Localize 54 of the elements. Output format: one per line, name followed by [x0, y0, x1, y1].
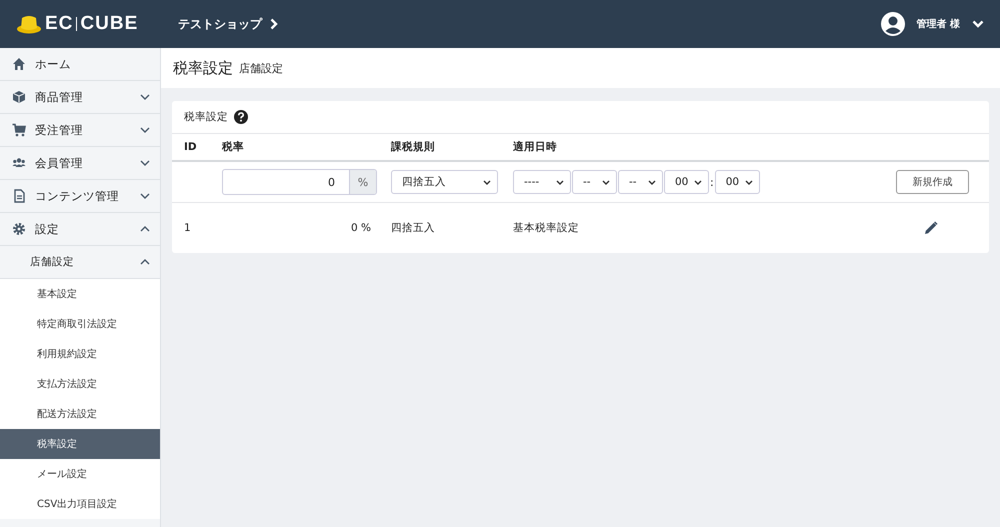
hour-select[interactable]: 00: [664, 170, 709, 194]
column-header: 課税規則: [391, 140, 436, 154]
sidebar-item[interactable]: 商品管理: [0, 81, 160, 114]
home-icon: [12, 57, 26, 71]
logo-text: CUBE: [80, 13, 138, 35]
sidebar-item[interactable]: ホーム: [0, 48, 160, 81]
help-icon[interactable]: [234, 110, 248, 124]
column-header: 税率: [222, 140, 245, 154]
table-cell-text: 0 %: [350, 222, 372, 234]
table-cell-text: 基本税率設定: [513, 221, 580, 235]
chevron-down-icon: [602, 180, 610, 184]
sidebar-item[interactable]: 税率設定: [0, 429, 160, 459]
user-name[interactable]: 管理者 様: [916, 17, 960, 31]
rounding-select[interactable]: 四捨五入: [391, 170, 498, 194]
settings-icon: [12, 222, 26, 236]
document-icon: [12, 189, 26, 203]
sidebar-item[interactable]: 支払方法設定: [0, 369, 160, 399]
time-separator: :: [710, 176, 714, 188]
sidebar-item[interactable]: 利用規約設定: [0, 339, 160, 369]
sidebar-item[interactable]: 受注管理: [0, 114, 160, 147]
sidebar-item[interactable]: CSV出力項目設定: [0, 489, 160, 519]
chevron-down-icon: [972, 20, 984, 28]
sidebar-item[interactable]: 会員管理: [0, 147, 160, 180]
chevron-down-icon: [744, 180, 753, 184]
card-title: 税率設定: [184, 110, 228, 124]
sidebar-item[interactable]: コンテンツ管理: [0, 180, 160, 213]
minute-select[interactable]: 00: [714, 170, 760, 194]
date-select[interactable]: --: [572, 170, 617, 194]
column-header: 適用日時: [513, 140, 558, 154]
chevron-right-icon: [270, 18, 278, 30]
page-title: 税率設定: [173, 58, 233, 78]
sidebar-item[interactable]: 配送方法設定: [0, 399, 160, 429]
cart-icon: [12, 123, 26, 137]
cube-icon: [12, 90, 26, 104]
chevron-down-icon: [694, 180, 702, 184]
sidebar-item[interactable]: 特定商取引法設定: [0, 309, 160, 339]
chevron-down-icon: [483, 180, 491, 184]
date-select[interactable]: ----: [513, 170, 571, 194]
table-cell-text: 四捨五入: [391, 221, 436, 235]
table-cell-text: 1: [184, 222, 192, 234]
pencil-icon[interactable]: [924, 221, 938, 235]
chevron-down-icon: [648, 180, 656, 184]
users-icon: [12, 156, 26, 170]
chevron-down-icon: [556, 180, 564, 184]
date-select[interactable]: --: [618, 170, 663, 194]
user-avatar-icon: [880, 12, 905, 36]
column-header: ID: [184, 141, 198, 153]
sidebar-item[interactable]: 基本設定: [0, 279, 160, 309]
hat-logo-icon: [16, 14, 42, 34]
shop-link[interactable]: テストショップ: [178, 16, 262, 32]
page-subtitle: 店舗設定: [239, 60, 283, 76]
sidebar-item[interactable]: メール設定: [0, 459, 160, 489]
create-button[interactable]: 新規作成: [896, 170, 969, 194]
logo-text: EC: [45, 13, 74, 35]
